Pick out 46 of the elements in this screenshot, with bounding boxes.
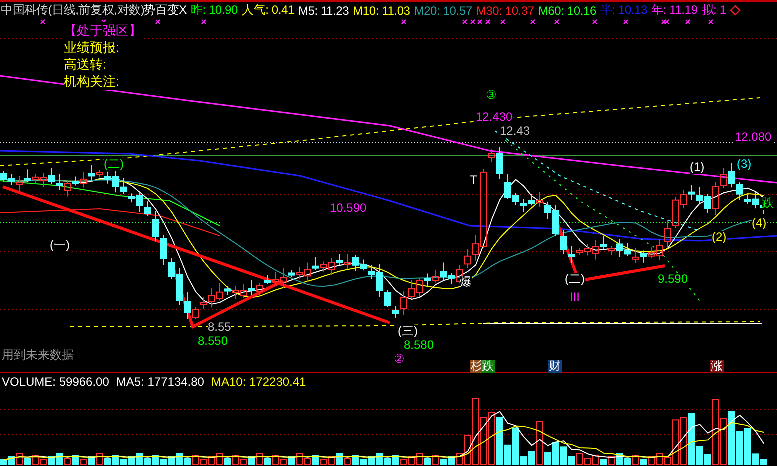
quote-value: M60: 10.16 [538,4,596,18]
quote-value: M10: 11.03 [353,4,410,18]
field-label: 高送转: [64,56,107,73]
quote-value: 年: 11.19 [652,2,698,19]
quote-value: 半: 10.13 [600,2,648,19]
event-marker: 涨 [710,360,724,373]
price-annotation: T [470,174,478,187]
price-annotation: (二) [565,273,585,286]
price-annotation: (1) [690,161,705,174]
price-annotation: (二) [104,158,124,171]
price-annotation: 跌 [762,197,774,210]
price-annotation: ② [394,353,405,366]
price-annotation: 9.590 [658,273,688,286]
price-annotation: 10.590 [330,202,367,215]
zone-label: 【处于强区】 [64,22,142,39]
indicator-name: 势百变X [144,2,187,19]
price-annotation: 8.550 [198,335,228,348]
ma5-label: MA5: 177134.80 [116,374,204,390]
event-marker: 财 [548,360,562,373]
notice-text: 用到未来数据 [2,347,74,364]
price-annotation: (一) [50,239,70,252]
field-label: 机构关注: [64,73,120,90]
price-annotation: 8.55 [208,321,232,334]
price-annotation: 8.580 [404,339,434,352]
quote-value: M5: 11.23 [298,4,350,18]
field-label: 业绩预报: [64,39,120,56]
price-annotation: (三) [398,325,418,338]
event-marker: 跌 [481,360,495,373]
quote-value: M30: 10.37 [476,4,534,18]
price-annotation: 12.080 [735,131,772,144]
quote-value: M20: 10.57 [414,4,472,18]
quote-value: 拟: 1 [702,2,726,19]
diamond-icon [730,5,742,16]
price-annotation: 12.430 [476,111,513,124]
price-annotation: 爆 [460,276,472,289]
chart-title: 中国科传(日线,前复权,对数) [1,2,145,19]
price-annotation: (4) [752,217,767,230]
price-annotation: (2) [712,231,727,244]
ma10-label: MA10: 172230.41 [211,374,306,390]
price-annotation: 12.43 [500,125,530,138]
price-annotation: (3) [737,158,752,171]
volume-label: VOLUME: 59966.00 [2,374,110,390]
quote-value: 人气: 0.41 [242,2,294,19]
quote-value: 昨: 10.90 [190,2,238,19]
price-annotation: ③ [486,89,497,102]
price-annotation: III [570,291,580,304]
